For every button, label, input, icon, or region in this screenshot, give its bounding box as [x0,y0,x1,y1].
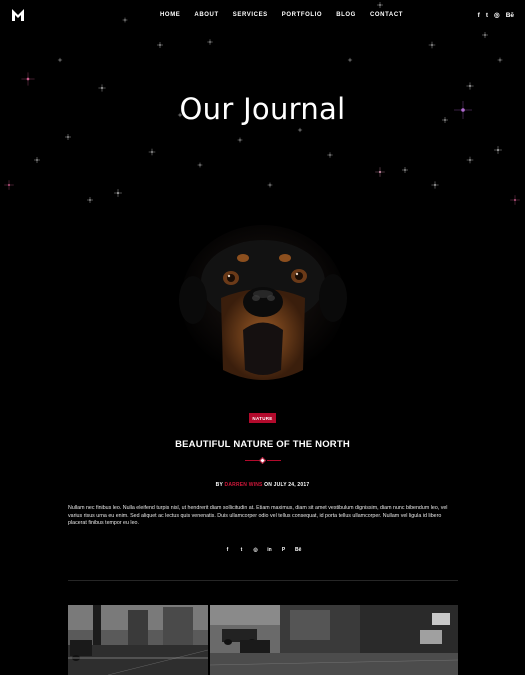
behance-icon[interactable]: Bē [506,12,514,19]
star-sparkle [57,57,63,63]
star-sparkle [466,156,474,164]
star-sparkle [431,181,439,189]
star-sparkle [157,42,163,48]
nav-portfolio[interactable]: PORTFOLIO [282,12,322,18]
post-featured-image[interactable] [163,220,363,400]
star-sparkle [98,84,106,92]
section-divider [68,580,458,581]
nav-home[interactable]: HOME [160,12,180,18]
facebook-icon[interactable]: f [478,12,480,19]
post-thumbnail-image[interactable] [210,605,458,675]
post-excerpt: Nullam nec finibus leo. Nulla eleifend t… [68,505,448,527]
nav-services[interactable]: SERVICES [233,12,268,18]
twitter-icon[interactable]: t [486,12,488,19]
pinterest-icon[interactable]: P [281,547,286,553]
star-sparkle [377,2,383,8]
nav-blog[interactable]: BLOG [336,12,356,18]
title-divider [245,456,281,465]
nav-about[interactable]: ABOUT [194,12,218,18]
linkedin-icon[interactable]: in [267,547,272,553]
facebook-icon[interactable]: f [225,547,230,553]
behance-icon[interactable]: Bē [295,547,301,553]
post-title[interactable]: BEAUTIFUL NATURE OF THE NORTH [0,439,525,450]
star-sparkle [237,137,243,143]
post-date: JULY 24, 2017 [273,482,310,488]
next-posts-images [68,605,458,675]
category-badge[interactable]: NATURE [249,413,276,423]
star-sparkle [402,167,408,173]
share-links: f t ◎ in P Bē [0,547,525,553]
star-sparkle [482,32,488,38]
star-sparkle [494,146,502,154]
star-sparkle [327,152,333,158]
twitter-icon[interactable]: t [239,547,244,553]
star-sparkle [297,127,303,133]
star-sparkle [122,17,128,23]
star-sparkle [21,72,35,86]
star-sparkle [466,82,474,90]
meta-by: BY [215,482,223,488]
meta-on: ON [264,482,273,488]
star-sparkle [197,162,203,168]
star-sparkle [34,157,40,163]
main-nav: HOME ABOUT SERVICES PORTFOLIO BLOG CONTA… [160,12,403,18]
logo-icon[interactable] [11,8,25,22]
header-social-links: f t ◎ Bē [478,11,514,20]
star-sparkle [375,167,385,177]
star-sparkle [347,57,353,63]
star-sparkle [510,195,520,205]
star-sparkle [148,148,156,156]
star-sparkle [65,134,71,140]
star-sparkle [207,39,213,45]
star-sparkle [497,57,503,63]
star-sparkle [267,182,273,188]
instagram-icon[interactable]: ◎ [494,11,500,19]
post-author-link[interactable]: DARREN WINS [225,482,263,488]
post-thumbnail-image[interactable] [68,605,208,675]
nav-contact[interactable]: CONTACT [370,12,403,18]
star-sparkle [4,180,14,190]
instagram-icon[interactable]: ◎ [253,547,258,553]
star-sparkle [428,41,436,49]
star-sparkle [114,189,122,197]
page-title: Our Journal [179,92,346,126]
star-sparkle [87,197,93,203]
post-meta: BY DARREN WINS ON JULY 24, 2017 [0,482,525,488]
